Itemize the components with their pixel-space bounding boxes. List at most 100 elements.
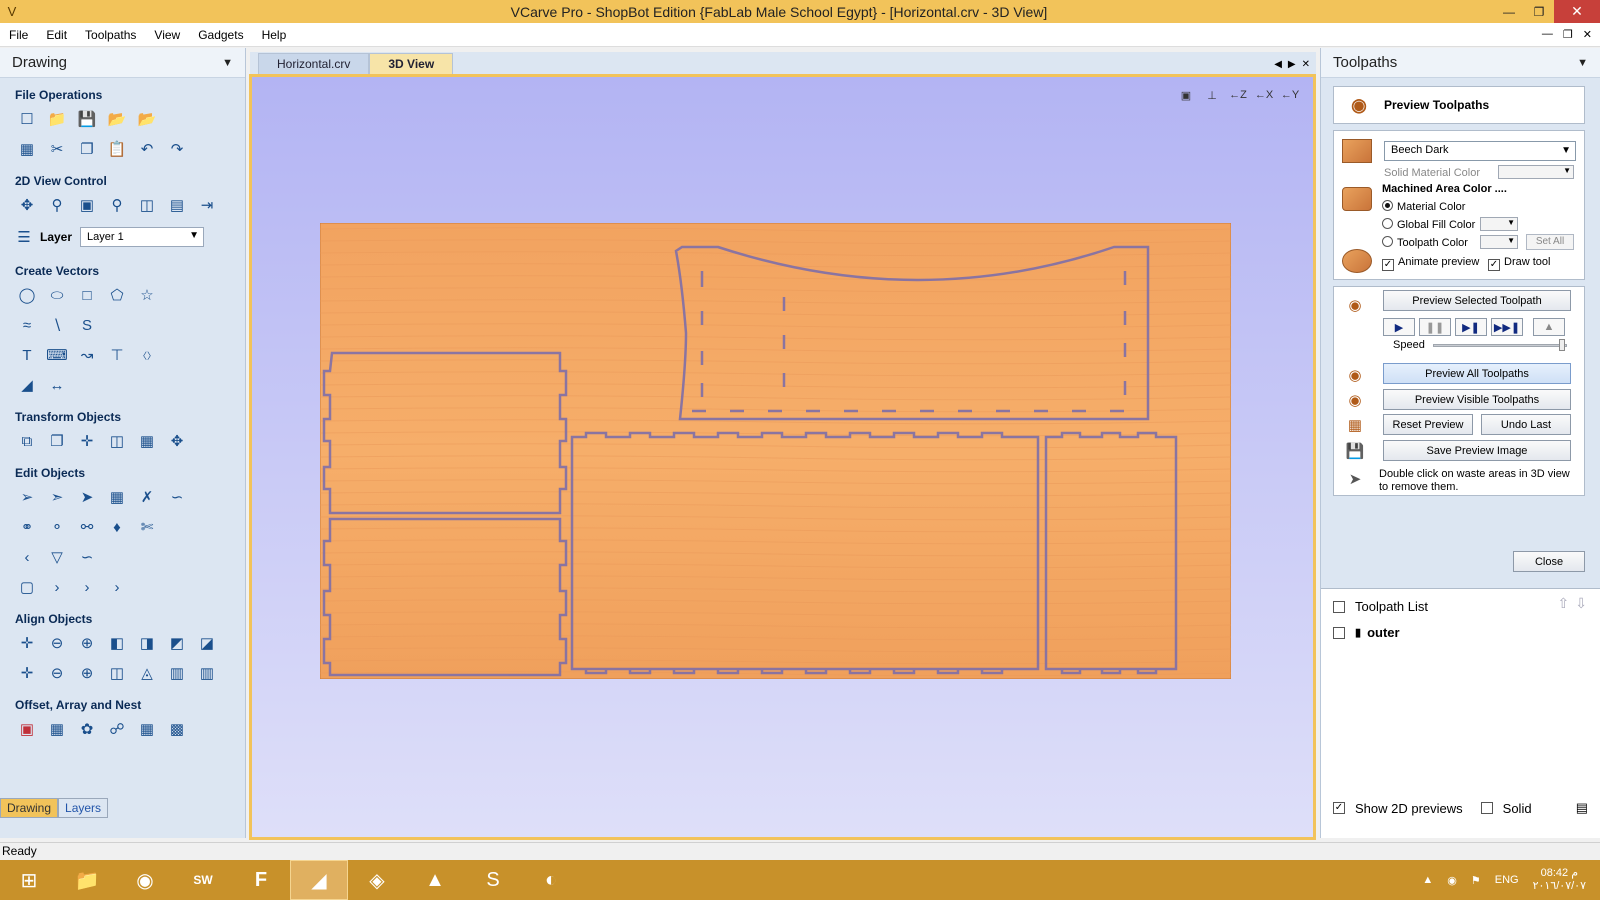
preview-selected-toolpath-button[interactable]: Preview Selected Toolpath — [1383, 290, 1571, 311]
align-top-icon[interactable]: ◩ — [164, 630, 190, 656]
file-explorer-icon[interactable]: 📁 — [58, 860, 116, 900]
material-dropdown[interactable]: Beech Dark ▼ — [1384, 141, 1576, 161]
redo-icon[interactable]: ↷ — [164, 136, 190, 162]
pause-icon[interactable]: ❚❚ — [1419, 318, 1451, 336]
step-forward-icon[interactable]: ▶❚ — [1455, 318, 1487, 336]
menu-toolpaths[interactable]: Toolpaths — [76, 28, 145, 42]
nest-parts-icon[interactable]: ▩ — [164, 716, 190, 742]
scale-icon[interactable]: ❐ — [44, 428, 70, 454]
play-icon[interactable]: ▶ — [1383, 318, 1415, 336]
fillet-corner-icon[interactable]: ▽ — [44, 544, 70, 570]
speed-slider[interactable] — [1433, 339, 1567, 351]
select-icon[interactable]: ➢ — [14, 484, 40, 510]
smooth-icon[interactable]: › — [104, 574, 130, 600]
flag-icon[interactable]: ⚑ — [1471, 874, 1481, 887]
circular-array-icon[interactable]: ✿ — [74, 716, 100, 742]
interactive-select-icon[interactable]: ▦ — [104, 484, 130, 510]
reset-preview-button[interactable]: Reset Preview — [1383, 414, 1473, 435]
language-indicator[interactable]: ENG — [1495, 874, 1519, 886]
tab-layers[interactable]: Layers — [58, 798, 109, 818]
summary-icon[interactable]: ▤ — [1576, 800, 1588, 816]
distribute-bottom-icon[interactable]: ▥ — [194, 660, 220, 686]
weld-icon[interactable]: ⚭ — [14, 514, 40, 540]
delete-selection-icon[interactable]: ✗ — [134, 484, 160, 510]
rotate-icon[interactable]: ✛ — [74, 428, 100, 454]
view-z-icon[interactable]: ←Z — [1227, 85, 1249, 105]
toolpath-color-picker[interactable]: ▼ — [1480, 235, 1518, 249]
start-windows-icon[interactable]: ⊞ — [0, 860, 58, 900]
toolpath-item[interactable]: ▮ outer — [1333, 625, 1400, 640]
save-preview-image-button[interactable]: Save Preview Image — [1383, 440, 1571, 461]
distort-icon[interactable]: ▦ — [134, 428, 160, 454]
skype-icon[interactable]: S — [464, 860, 522, 900]
mdi-close-icon[interactable]: ✕ — [1583, 28, 1592, 41]
align-bottom-icon[interactable]: ◪ — [194, 630, 220, 656]
offset-icon[interactable]: ▣ — [14, 716, 40, 742]
align-center-icon[interactable]: ✥ — [164, 428, 190, 454]
preview-visible-toolpaths-button[interactable]: Preview Visible Toolpaths — [1383, 389, 1571, 410]
view-y-icon[interactable]: ←Y — [1279, 85, 1301, 105]
view-x-icon[interactable]: ←X — [1253, 85, 1275, 105]
import-component-icon[interactable]: 📂 — [134, 106, 160, 132]
toolpath-list-checkbox[interactable] — [1333, 600, 1345, 613]
paste-icon[interactable]: 📋 — [104, 136, 130, 162]
save-file-icon[interactable]: 💾 — [74, 106, 100, 132]
join-open-icon[interactable]: › — [74, 574, 100, 600]
restore-button[interactable]: ❐ — [1524, 0, 1554, 23]
text-box-icon[interactable]: ⌨ — [44, 342, 70, 368]
menu-help[interactable]: Help — [253, 28, 296, 42]
ruler-icon[interactable]: ▤ — [164, 192, 190, 218]
center-vertical-icon[interactable]: ⊕ — [74, 660, 100, 686]
join-vectors-icon[interactable]: ♦ — [104, 514, 130, 540]
material-color-radio[interactable]: Material Color — [1382, 200, 1465, 213]
pin-icon[interactable]: ▼ — [222, 57, 233, 69]
minimize-button[interactable]: — — [1494, 0, 1524, 23]
trim-icon[interactable]: ✄ — [134, 514, 160, 540]
iso-view-icon[interactable]: ⊥ — [1201, 85, 1223, 105]
adobe-tray-icon[interactable]: ◉ — [1447, 874, 1457, 887]
draw-tool-checkbox[interactable]: ✓ Draw tool — [1488, 256, 1550, 271]
curve-fit-icon[interactable]: ∽ — [74, 544, 100, 570]
polyline-icon[interactable]: ≈ — [14, 312, 40, 338]
mirror-icon[interactable]: ◫ — [104, 428, 130, 454]
global-fill-color-radio[interactable]: Global Fill Color — [1382, 218, 1475, 231]
circle-icon[interactable]: ◯ — [14, 282, 40, 308]
rectangle-icon[interactable]: □ — [74, 282, 100, 308]
space-horizontal-icon[interactable]: ◫ — [104, 660, 130, 686]
chevron-left-icon[interactable]: ‹ — [14, 544, 40, 570]
clock[interactable]: 08:42 م ٢٠١٦/٠٧/٠٧ — [1533, 867, 1586, 893]
transform-select-icon[interactable]: ➤ — [74, 484, 100, 510]
tab-scroll-right-icon[interactable]: ▶ — [1288, 59, 1296, 70]
undo-last-button[interactable]: Undo Last — [1481, 414, 1571, 435]
corel-icon[interactable]: ◈ — [348, 860, 406, 900]
open-file-icon[interactable]: 📁 — [44, 106, 70, 132]
text-frame-icon[interactable]: ⊤ — [104, 342, 130, 368]
solidworks-icon[interactable]: SW — [174, 860, 232, 900]
move-icon[interactable]: ⧉ — [14, 428, 40, 454]
align-vertical-center-icon[interactable]: ⊕ — [74, 630, 100, 656]
new-file-icon[interactable]: ☐ — [14, 106, 40, 132]
curve-icon[interactable]: ∖ — [44, 312, 70, 338]
menu-view[interactable]: View — [145, 28, 189, 42]
pin-icon[interactable]: ▼ — [1577, 57, 1588, 69]
fusion-360-icon[interactable]: F — [232, 860, 290, 900]
mdi-restore-icon[interactable]: ❐ — [1563, 28, 1573, 41]
solid-material-color-picker[interactable]: ▼ — [1498, 165, 1574, 179]
pan-icon[interactable]: ✥ — [14, 192, 40, 218]
node-edit-icon[interactable]: ➣ — [44, 484, 70, 510]
preview-all-toolpaths-button[interactable]: Preview All Toolpaths — [1383, 363, 1571, 384]
fast-forward-icon[interactable]: ▶▶❚ — [1491, 318, 1523, 336]
align-left-icon[interactable]: ◧ — [104, 630, 130, 656]
text-on-curve-icon[interactable]: ↝ — [74, 342, 100, 368]
toolpath-color-radio[interactable]: Toolpath Color — [1382, 236, 1468, 249]
close-preview-button[interactable]: Close — [1513, 551, 1585, 572]
center-horizontal-icon[interactable]: ⊖ — [44, 660, 70, 686]
menu-edit[interactable]: Edit — [37, 28, 76, 42]
global-fill-color-picker[interactable]: ▼ — [1480, 217, 1518, 231]
subtract-icon[interactable]: ⚬ — [44, 514, 70, 540]
undo-icon[interactable]: ↶ — [134, 136, 160, 162]
tray-up-arrow-icon[interactable]: ▲ — [1422, 874, 1433, 886]
center-in-material-icon[interactable]: ✛ — [14, 660, 40, 686]
zoom-extents-icon[interactable]: ▣ — [1175, 85, 1197, 105]
zoom-icon[interactable]: ⚲ — [44, 192, 70, 218]
